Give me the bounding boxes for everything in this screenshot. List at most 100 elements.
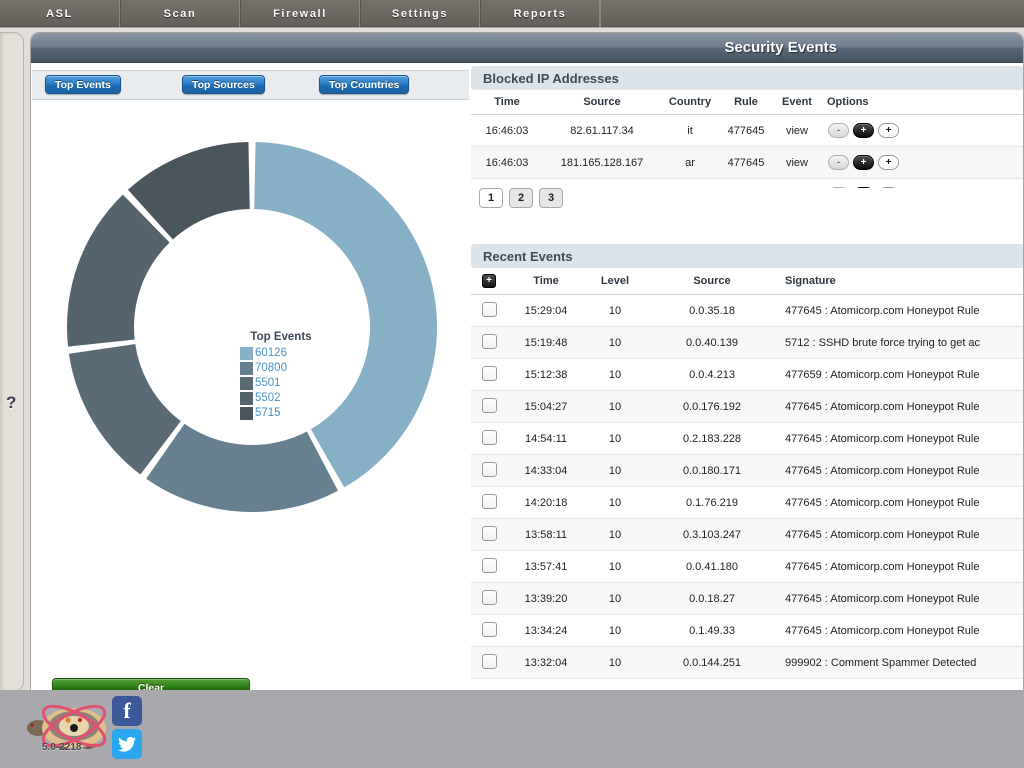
option-add-button[interactable]: + [878, 123, 899, 138]
option-add-dark-button[interactable]: + [853, 123, 874, 138]
cell-level: 10 [585, 519, 645, 551]
nav-tab-scan[interactable]: Scan [120, 0, 240, 27]
row-checkbox[interactable] [482, 558, 497, 573]
option-add-button[interactable]: + [878, 155, 899, 170]
nav-tab-asl[interactable]: ASL [0, 0, 120, 27]
row-checkbox[interactable] [482, 590, 497, 605]
cell-signature-link[interactable]: 477659 : Atomicorp.com Honeypot Rule [779, 359, 1024, 391]
cell-time: 13:39:20 [507, 583, 585, 615]
nav-tab-reports[interactable]: Reports [480, 0, 600, 27]
twitter-icon[interactable] [112, 729, 142, 759]
col-rule: Rule [719, 90, 773, 115]
blocked-ip-rows: 16:46:0382.61.117.34it477645view-++16:46… [471, 115, 1024, 189]
cell-source-link[interactable]: 0.1.49.33 [645, 615, 779, 647]
cell-signature-link[interactable]: 477645 : Atomicorp.com Honeypot Rule [779, 519, 1024, 551]
cell-rule-link[interactable]: 5706 [719, 179, 773, 189]
nav-tab-firewall[interactable]: Firewall [240, 0, 360, 27]
cell-source-link[interactable]: 0.0.35.18 [645, 295, 779, 327]
cell-country-link[interactable]: gb [661, 179, 719, 189]
cell-source-link[interactable]: 0.0.4.213 [645, 359, 779, 391]
col-event: Event [773, 90, 821, 115]
cell-rule-link[interactable]: 477645 [719, 147, 773, 179]
row-checkbox[interactable] [482, 430, 497, 445]
cell-source-link[interactable]: 0.0.176.192 [645, 391, 779, 423]
row-checkbox[interactable] [482, 526, 497, 541]
cell-source-link[interactable]: 0.0.144.251 [645, 647, 779, 679]
tab-top-countries[interactable]: Top Countries [319, 75, 409, 94]
expand-all-cell: + [471, 268, 507, 295]
cell-signature-link[interactable]: 999902 : Comment Spammer Detected [779, 647, 1024, 679]
row-checkbox[interactable] [482, 622, 497, 637]
cell-source-link[interactable]: 0.3.103.247 [645, 519, 779, 551]
row-checkbox[interactable] [482, 398, 497, 413]
facebook-icon[interactable]: f [112, 696, 142, 726]
cell-source-link[interactable]: 82.61.117.34 [543, 115, 661, 147]
cell-source-link[interactable]: 0.0.41.180 [645, 551, 779, 583]
legend-item-5501: 5501 [214, 376, 344, 391]
help-icon[interactable]: ? [6, 393, 16, 413]
nav-tab-settings[interactable]: Settings [360, 0, 480, 27]
chart-legend-title: Top Events [214, 331, 344, 343]
row-checkbox[interactable] [482, 494, 497, 509]
cell-source-link[interactable]: 0.0.180.171 [645, 455, 779, 487]
cell-event-view-link[interactable]: view [773, 179, 821, 189]
blocked-ip-table: Time Source Country Rule Event Options 1… [471, 90, 1024, 188]
cell-signature-link[interactable]: 477645 : Atomicorp.com Honeypot Rule [779, 455, 1024, 487]
cell-signature-link[interactable]: 477645 : Atomicorp.com Honeypot Rule [779, 391, 1024, 423]
cell-level: 10 [585, 327, 645, 359]
row-checkbox[interactable] [482, 334, 497, 349]
option-add-button[interactable]: + [878, 187, 899, 188]
option-remove-button[interactable]: - [828, 123, 849, 138]
legend-label: 70800 [253, 361, 287, 376]
tab-top-events[interactable]: Top Events [45, 75, 121, 94]
table-row: 15:29:04100.0.35.18477645 : Atomicorp.co… [471, 295, 1024, 327]
row-checkbox[interactable] [482, 654, 497, 669]
cell-rule-link[interactable]: 477645 [719, 115, 773, 147]
pagination-page-2[interactable]: 2 [509, 188, 533, 208]
cell-time: 13:32:04 [507, 647, 585, 679]
col-source: Source [645, 268, 779, 295]
cell-signature-link[interactable]: 477645 : Atomicorp.com Honeypot Rule [779, 423, 1024, 455]
cell-select [471, 487, 507, 519]
table-row: 13:39:20100.0.18.27477645 : Atomicorp.co… [471, 583, 1024, 615]
cell-source-link[interactable]: 0.0.40.139 [645, 327, 779, 359]
cell-event-view-link[interactable]: view [773, 147, 821, 179]
cell-signature-link[interactable]: 477645 : Atomicorp.com Honeypot Rule [779, 615, 1024, 647]
option-remove-button[interactable]: - [828, 187, 849, 188]
cell-source-link[interactable]: 0.1.76.219 [645, 487, 779, 519]
cell-signature-link[interactable]: 477645 : Atomicorp.com Honeypot Rule [779, 295, 1024, 327]
row-checkbox[interactable] [482, 302, 497, 317]
donut-slice-70800[interactable] [146, 424, 338, 512]
table-row: 14:54:11100.2.183.228477645 : Atomicorp.… [471, 423, 1024, 455]
pagination-page-1[interactable]: 1 [479, 188, 503, 208]
cell-country-link[interactable]: it [661, 115, 719, 147]
option-remove-button[interactable]: - [828, 155, 849, 170]
cell-signature-link[interactable]: 477645 : Atomicorp.com Honeypot Rule [779, 487, 1024, 519]
pagination-page-3[interactable]: 3 [539, 188, 563, 208]
row-checkbox[interactable] [482, 462, 497, 477]
col-country: Country [661, 90, 719, 115]
row-checkbox[interactable] [482, 366, 497, 381]
cell-source-link[interactable]: 0.0.18.27 [645, 583, 779, 615]
cell-select [471, 615, 507, 647]
table-row: 13:34:24100.1.49.33477645 : Atomicorp.co… [471, 615, 1024, 647]
cell-source-link[interactable]: 181.165.128.167 [543, 147, 661, 179]
legend-item-5502: 5502 [214, 391, 344, 406]
cell-signature-link[interactable]: 5712 : SSHD brute force trying to get ac [779, 327, 1024, 359]
cell-source-link[interactable]: 0.2.183.228 [645, 423, 779, 455]
cell-event-view-link[interactable]: view [773, 115, 821, 147]
tab-top-sources[interactable]: Top Sources [182, 75, 265, 94]
donut-slice-60126[interactable] [254, 142, 437, 487]
option-add-dark-button[interactable]: + [853, 187, 874, 188]
cell-country-link[interactable]: ar [661, 147, 719, 179]
cell-signature-link[interactable]: 477645 : Atomicorp.com Honeypot Rule [779, 551, 1024, 583]
cell-time: 16:42:59 [471, 179, 543, 189]
chart-legend-rows: 6012670800550155025715 [214, 346, 344, 421]
expand-all-icon[interactable]: + [482, 274, 496, 288]
recent-events-panel: Recent Events + Time Level Source Signat… [471, 244, 1024, 679]
cell-options: -++ [821, 147, 1024, 179]
cell-signature-link[interactable]: 477645 : Atomicorp.com Honeypot Rule [779, 583, 1024, 615]
table-row: 15:12:38100.0.4.213477659 : Atomicorp.co… [471, 359, 1024, 391]
cell-source-link[interactable]: 51.15.141.220 [543, 179, 661, 189]
option-add-dark-button[interactable]: + [853, 155, 874, 170]
